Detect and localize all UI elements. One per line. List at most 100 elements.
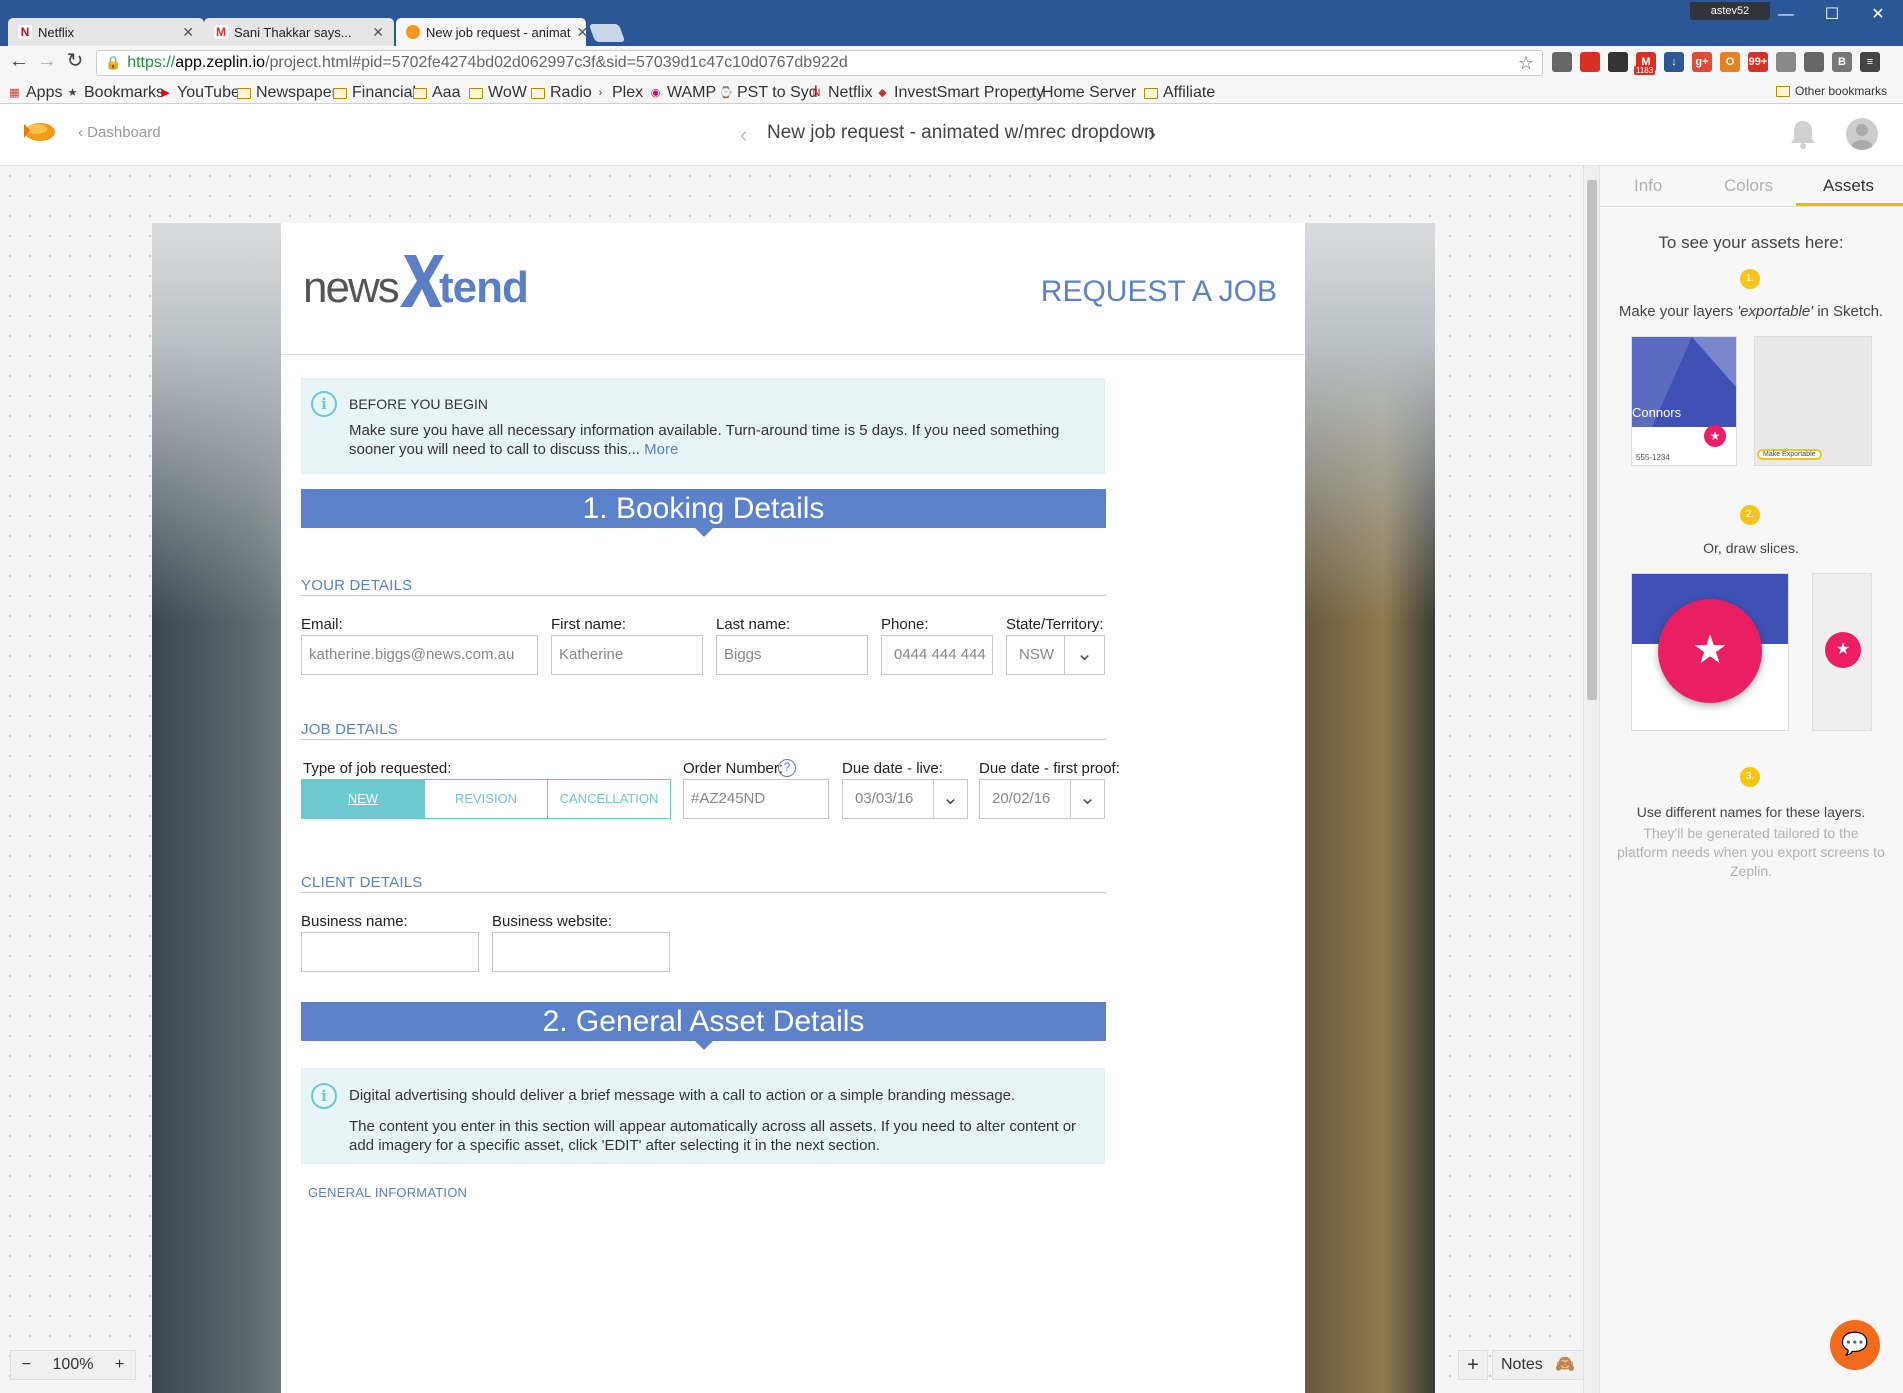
zoom-out-button[interactable]: − <box>22 1356 31 1374</box>
help-icon[interactable]: ? <box>778 759 796 777</box>
notifications-bell-icon[interactable] <box>1788 118 1818 150</box>
bookmark-affiliate[interactable]: Affiliate <box>1144 84 1215 102</box>
cube-icon[interactable] <box>1776 52 1796 72</box>
step-3-badge: 3. <box>1740 767 1760 787</box>
url-path: /project.html#pid=5702fe4274bd02d062997c… <box>265 54 848 71</box>
office-icon[interactable]: O <box>1720 52 1740 72</box>
other-bookmarks-label: Other bookmarks <box>1795 84 1888 98</box>
bookmark-apps[interactable]: ▦ Apps <box>8 84 62 102</box>
reload-button[interactable]: ↻ <box>62 49 88 73</box>
close-window-button[interactable]: ✕ <box>1858 2 1898 28</box>
zeplin-logo-icon[interactable] <box>22 118 58 146</box>
menu-icon[interactable]: ≡ <box>1860 52 1880 72</box>
back-button[interactable]: ← <box>6 49 32 73</box>
bookmark-pst-to-syd[interactable]: ⌚ PST to Syd <box>719 84 818 102</box>
business-name-field[interactable] <box>301 932 479 972</box>
due-live-picker[interactable]: 03/03/16 ⌄ <box>842 779 968 819</box>
new-tab-button[interactable] <box>588 24 626 42</box>
dashboard-link[interactable]: ‹ Dashboard <box>78 124 161 141</box>
avatar[interactable] <box>1846 118 1878 150</box>
folder-icon <box>469 87 483 99</box>
chevron-down-icon[interactable]: ⌄ <box>1070 780 1104 818</box>
pencil-icon[interactable] <box>1552 52 1572 72</box>
chevron-down-icon[interactable]: ⌄ <box>933 780 967 818</box>
maximize-button[interactable]: ☐ <box>1812 2 1852 28</box>
address-bar[interactable]: 🔒 https:// app.zeplin.io /project.html#p… <box>96 50 1543 76</box>
tab-colors[interactable]: Colors <box>1724 176 1773 196</box>
order-number-field[interactable]: #AZ245ND <box>683 779 829 819</box>
bookmark-bookmarks[interactable]: ★ Bookmarks <box>66 84 164 102</box>
close-icon[interactable]: ✕ <box>577 24 586 41</box>
job-type-cancellation[interactable]: CANCELLATION <box>548 780 670 818</box>
google-plus-icon[interactable]: g+ <box>1692 52 1712 72</box>
tab-info[interactable]: Info <box>1634 176 1662 196</box>
calendar-icon[interactable] <box>1580 52 1600 72</box>
last-name-label: Last name: <box>716 616 791 633</box>
banner-arrow <box>695 1041 713 1050</box>
minimize-button[interactable]: — <box>1766 2 1806 28</box>
download-icon[interactable]: ↓ <box>1664 52 1684 72</box>
circle-icon[interactable] <box>1804 52 1824 72</box>
step-2-badge: 2. <box>1740 505 1760 525</box>
prev-screen-icon[interactable]: ‹ <box>740 122 747 148</box>
tab-netflix[interactable]: N Netflix ✕ <box>8 18 204 46</box>
tab-zeplin[interactable]: New job request - animat ✕ <box>396 18 586 46</box>
job-type-revision[interactable]: REVISION <box>425 780 548 818</box>
dashboard-label: Dashboard <box>87 124 161 141</box>
investsmart-icon: ◆ <box>878 86 887 99</box>
email-field[interactable]: katherine.biggs@news.com.au <box>301 635 538 675</box>
scrollbar-thumb[interactable] <box>1587 180 1597 700</box>
due-proof-picker[interactable]: 20/02/16 ⌄ <box>979 779 1105 819</box>
design-canvas[interactable]: news tend REQUEST A JOB i BEFORE YOU BEG… <box>0 166 1583 1393</box>
phone-field[interactable]: 0444 444 444 <box>881 635 993 675</box>
notification-icon[interactable]: 99+ <box>1748 52 1768 72</box>
forward-button[interactable]: → <box>34 49 60 73</box>
bookmark-plex[interactable]: › Plex <box>594 84 643 102</box>
tab-title: New job request - animat <box>426 24 571 40</box>
banner-arrow <box>695 528 713 537</box>
bookmark-investsmart-property[interactable]: ◆ InvestSmart Property <box>876 84 1044 102</box>
chevron-down-icon[interactable]: ⌄ <box>1064 636 1104 674</box>
bookmark-star-icon[interactable]: ☆ <box>1518 53 1534 74</box>
bookmark-wow[interactable]: WoW <box>469 84 527 102</box>
state-select[interactable]: NSW ⌄ <box>1006 635 1105 675</box>
bookmark-aaa[interactable]: Aaa <box>413 84 460 102</box>
b-icon[interactable]: B <box>1832 52 1852 72</box>
bookmark-radio[interactable]: Radio <box>531 84 592 102</box>
gear-icon[interactable] <box>1608 52 1628 72</box>
first-name-field[interactable]: Katherine <box>551 635 703 675</box>
slices-panel-illustration: ★ <box>1812 573 1872 731</box>
close-icon[interactable]: ✕ <box>372 24 384 41</box>
tab-assets[interactable]: Assets <box>1823 176 1874 196</box>
due-live-label: Due date - live: <box>842 760 943 777</box>
last-name-field[interactable]: Biggs <box>716 635 868 675</box>
profile-badge[interactable]: astev52 <box>1690 2 1770 20</box>
artboard[interactable]: news tend REQUEST A JOB i BEFORE YOU BEG… <box>152 223 1435 1393</box>
star-icon: ★ <box>67 86 78 99</box>
sketch-panel-illustration: Make Exportable <box>1754 336 1872 466</box>
bookmark-home-server[interactable]: ▯ Home Server <box>1024 84 1136 102</box>
zoom-in-button[interactable]: + <box>115 1356 124 1374</box>
add-note-button[interactable]: + <box>1458 1350 1488 1380</box>
divider <box>301 595 1106 596</box>
divider <box>301 892 1106 893</box>
close-icon[interactable]: ✕ <box>182 24 194 41</box>
tab-gmail[interactable]: M Sani Thakkar says... ✕ <box>204 18 394 46</box>
bookmark-netflix[interactable]: N Netflix <box>810 84 873 102</box>
lock-icon: 🔒 <box>105 55 122 70</box>
folder-icon <box>1144 87 1158 99</box>
your-details-heading: YOUR DETAILS <box>301 577 413 594</box>
chat-help-button[interactable]: 💬 <box>1830 1320 1880 1370</box>
notes-button[interactable]: Notes 🙈 <box>1492 1350 1584 1380</box>
more-link[interactable]: More <box>644 441 678 458</box>
bookmark-newspapers[interactable]: Newspapers <box>237 84 345 102</box>
bookmark-youtube[interactable]: ▶ YouTube <box>159 84 240 102</box>
next-screen-icon[interactable]: › <box>1148 120 1156 148</box>
job-type-new[interactable]: NEW <box>302 780 425 818</box>
other-bookmarks[interactable]: Other bookmarks <box>1776 84 1887 98</box>
bookmark-financial[interactable]: Financial <box>333 84 416 102</box>
business-website-field[interactable] <box>492 932 670 972</box>
due-proof-value: 20/02/16 <box>992 790 1051 807</box>
bookmark-wamp[interactable]: ◉ WAMP <box>649 84 717 102</box>
divider <box>281 354 1305 355</box>
